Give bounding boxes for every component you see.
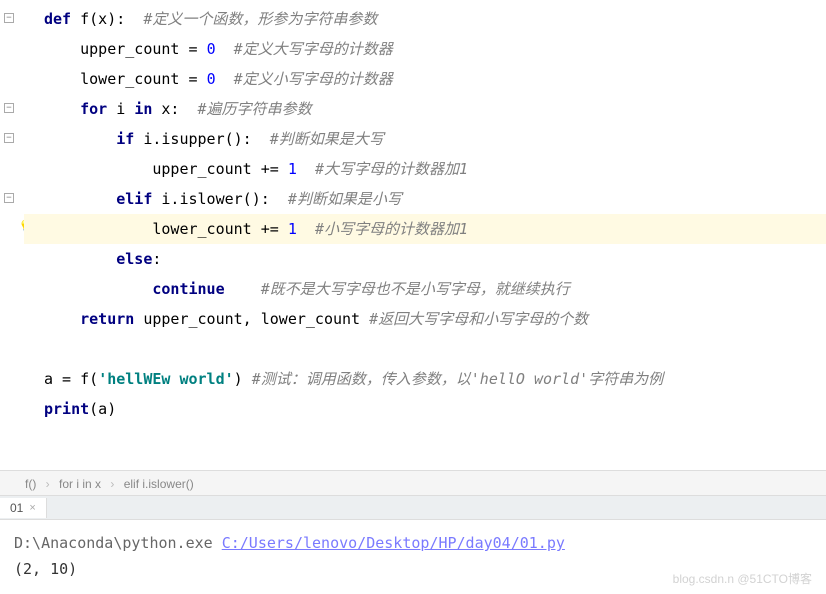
code-area[interactable]: def f(x): #定义一个函数，形参为字符串参数 upper_count =… <box>18 0 826 470</box>
breadcrumb-item[interactable]: f() <box>25 477 36 491</box>
breadcrumb-item[interactable]: elif i.islower() <box>124 477 194 491</box>
code-line[interactable]: for i in x: #遍历字符串参数 <box>24 94 826 124</box>
code-line[interactable]: print(a) <box>24 394 826 424</box>
fold-collapse-icon[interactable]: − <box>4 193 14 203</box>
console-tab[interactable]: 01 × <box>0 498 47 518</box>
fold-collapse-icon[interactable]: − <box>4 133 14 143</box>
code-line[interactable] <box>24 334 826 364</box>
close-icon[interactable]: × <box>29 502 35 514</box>
console-tab-bar: 01 × <box>0 496 826 520</box>
tab-label: 01 <box>10 501 23 515</box>
code-line[interactable]: upper_count += 1 #大写字母的计数器加1 <box>24 154 826 184</box>
console-output[interactable]: D:\Anaconda\python.exe C:/Users/lenovo/D… <box>0 520 826 592</box>
code-line[interactable] <box>24 424 826 454</box>
console-command-line: D:\Anaconda\python.exe C:/Users/lenovo/D… <box>14 530 812 556</box>
code-line[interactable]: return upper_count, lower_count #返回大写字母和… <box>24 304 826 334</box>
fold-collapse-icon[interactable]: − <box>4 103 14 113</box>
breadcrumb[interactable]: f() › for i in x › elif i.islower() <box>0 470 826 496</box>
breadcrumb-item[interactable]: for i in x <box>59 477 101 491</box>
console-exe-path: D:\Anaconda\python.exe <box>14 534 222 552</box>
chevron-right-icon: › <box>110 477 114 491</box>
code-line[interactable]: a = f('hellWEw world') #测试：调用函数，传入参数，以'h… <box>24 364 826 394</box>
code-line[interactable]: elif i.islower(): #判断如果是小写 <box>24 184 826 214</box>
code-line[interactable]: continue #既不是大写字母也不是小写字母，就继续执行 <box>24 274 826 304</box>
code-line[interactable]: else: <box>24 244 826 274</box>
gutter: −−−−💡 <box>0 0 18 470</box>
watermark: blog.csdn.n @51CTO博客 <box>673 566 812 592</box>
code-editor[interactable]: −−−−💡 def f(x): #定义一个函数，形参为字符串参数 upper_c… <box>0 0 826 470</box>
chevron-right-icon: › <box>46 477 50 491</box>
code-line[interactable]: upper_count = 0 #定义大写字母的计数器 <box>24 34 826 64</box>
code-line[interactable]: if i.isupper(): #判断如果是大写 <box>24 124 826 154</box>
code-line[interactable]: def f(x): #定义一个函数，形参为字符串参数 <box>24 4 826 34</box>
fold-collapse-icon[interactable]: − <box>4 13 14 23</box>
console-script-path: C:/Users/lenovo/Desktop/HP/day04/01.py <box>222 534 565 552</box>
code-line[interactable]: lower_count += 1 #小写字母的计数器加1 <box>24 214 826 244</box>
code-line[interactable]: lower_count = 0 #定义小写字母的计数器 <box>24 64 826 94</box>
